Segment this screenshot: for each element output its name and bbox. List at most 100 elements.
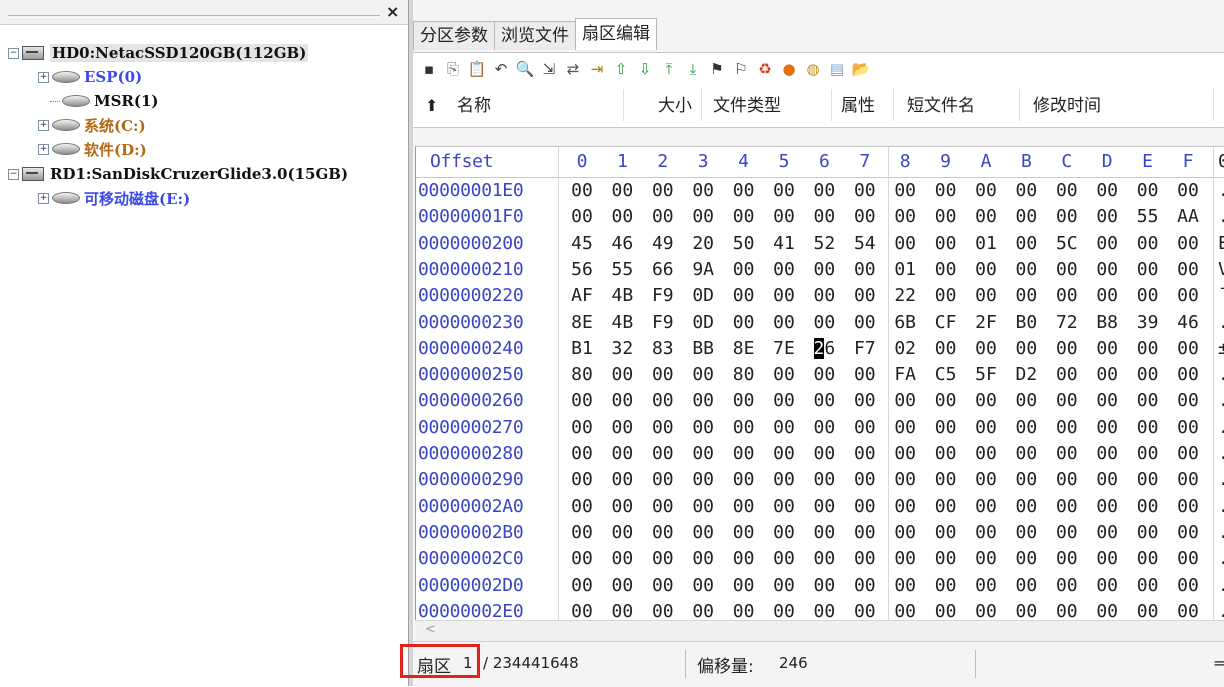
hex-byte[interactable]: 52 — [804, 233, 844, 254]
hex-byte[interactable]: 00 — [1047, 443, 1087, 464]
hex-byte[interactable]: 00 — [1047, 364, 1087, 385]
hex-byte[interactable]: 00 — [764, 312, 804, 333]
hex-byte[interactable]: 00 — [926, 206, 966, 227]
hex-byte[interactable]: 00 — [966, 338, 1006, 359]
tree-disk-node[interactable]: − RD1:SanDiskCruzerGlide3.0(15GB) — [8, 163, 348, 185]
tree-partition-node[interactable]: + 系统(C:) — [38, 114, 146, 136]
hex-byte[interactable]: 00 — [602, 390, 642, 411]
expand-icon[interactable]: + — [38, 71, 49, 83]
hex-byte[interactable]: 00 — [1006, 575, 1046, 596]
column-short-name[interactable]: 短文件名 — [907, 95, 975, 117]
hex-byte[interactable]: 8E — [562, 312, 602, 333]
hex-byte[interactable]: 00 — [926, 259, 966, 280]
hex-byte[interactable]: 8E — [724, 338, 764, 359]
hex-byte[interactable]: 00 — [804, 496, 844, 517]
hex-byte[interactable]: AF — [562, 285, 602, 306]
hex-byte[interactable]: 2F — [966, 312, 1006, 333]
hex-byte[interactable]: 00 — [926, 285, 966, 306]
hex-byte[interactable]: 55 — [602, 259, 642, 280]
hex-byte[interactable]: 6B — [885, 312, 925, 333]
hex-byte[interactable]: 00 — [643, 522, 683, 543]
hex-byte[interactable]: 00 — [926, 233, 966, 254]
expand-icon[interactable]: + — [38, 192, 49, 204]
hex-byte[interactable]: 00 — [966, 180, 1006, 201]
hex-byte[interactable]: 00 — [804, 575, 844, 596]
sector-value[interactable]: 1 — [463, 654, 473, 672]
ascii-cell[interactable]: . — [1218, 443, 1224, 464]
jump-bookmark-icon[interactable]: ⚐ — [731, 59, 751, 79]
properties-icon[interactable]: ▤ — [827, 59, 847, 79]
hex-byte[interactable]: 00 — [804, 417, 844, 438]
hex-byte[interactable]: 00 — [724, 417, 764, 438]
hex-byte[interactable]: 00 — [1047, 338, 1087, 359]
hex-editor[interactable]: Offset0123456789ABCDEF000000001E00000000… — [415, 146, 1224, 621]
hex-byte[interactable]: 00 — [1047, 548, 1087, 569]
hex-byte[interactable]: 00 — [885, 390, 925, 411]
hex-byte[interactable]: 00 — [1047, 285, 1087, 306]
hex-byte[interactable]: 00 — [764, 390, 804, 411]
column-modified-time[interactable]: 修改时间 — [1033, 95, 1101, 117]
hex-byte[interactable]: 00 — [1047, 390, 1087, 411]
hex-byte[interactable]: 00 — [885, 417, 925, 438]
hex-byte[interactable]: 4B — [602, 285, 642, 306]
hex-byte[interactable]: 83 — [643, 338, 683, 359]
hex-byte[interactable]: 00 — [683, 364, 723, 385]
hex-byte[interactable]: 00 — [966, 390, 1006, 411]
hex-byte[interactable]: F9 — [643, 285, 683, 306]
hex-byte[interactable]: 00 — [1006, 180, 1046, 201]
column-file-type[interactable]: 文件类型 — [713, 95, 781, 117]
ascii-cell[interactable]: V — [1218, 259, 1224, 280]
hex-byte[interactable]: 00 — [562, 469, 602, 490]
hex-byte[interactable]: 00 — [562, 575, 602, 596]
tree-partition-node[interactable]: + 可移动磁盘(E:) — [38, 187, 190, 209]
hex-byte[interactable]: 66 — [643, 259, 683, 280]
hex-byte[interactable]: FA — [885, 364, 925, 385]
hex-byte[interactable]: 00 — [602, 206, 642, 227]
ascii-cell[interactable]: . — [1218, 522, 1224, 543]
tab-1[interactable]: 浏览文件 — [494, 21, 576, 50]
partition-icon[interactable]: ◍ — [803, 59, 823, 79]
hex-byte[interactable]: 00 — [804, 312, 844, 333]
hex-byte[interactable]: 00 — [804, 364, 844, 385]
hex-byte[interactable]: 00 — [1006, 443, 1046, 464]
hex-byte[interactable]: 00 — [926, 522, 966, 543]
hex-byte[interactable]: 00 — [845, 259, 885, 280]
hex-byte[interactable]: B1 — [562, 338, 602, 359]
hex-byte[interactable]: 00 — [1128, 180, 1168, 201]
hex-byte[interactable]: 00 — [845, 417, 885, 438]
hex-byte[interactable]: 00 — [724, 259, 764, 280]
hex-byte[interactable]: 00 — [885, 206, 925, 227]
hex-byte[interactable]: 00 — [804, 548, 844, 569]
column-attributes[interactable]: 属性 — [841, 95, 875, 117]
last-sector-icon[interactable]: ⤓ — [683, 59, 703, 79]
hex-byte[interactable]: 00 — [845, 469, 885, 490]
hex-byte[interactable]: 00 — [643, 417, 683, 438]
tree-partition-node[interactable]: + ESP(0) — [38, 66, 142, 88]
hex-byte[interactable]: 00 — [804, 206, 844, 227]
hex-byte[interactable]: 46 — [1168, 312, 1208, 333]
hex-byte[interactable]: 00 — [1168, 548, 1208, 569]
hex-byte[interactable]: 00 — [643, 496, 683, 517]
hex-byte[interactable]: 00 — [1168, 338, 1208, 359]
hex-byte[interactable]: 00 — [926, 417, 966, 438]
up-arrow-icon[interactable]: ⬆ — [425, 95, 438, 117]
hex-byte[interactable]: 00 — [926, 338, 966, 359]
hex-byte[interactable]: 00 — [845, 496, 885, 517]
hex-byte[interactable]: 00 — [926, 443, 966, 464]
hex-byte[interactable]: 00 — [1168, 443, 1208, 464]
hex-byte[interactable]: 00 — [1047, 496, 1087, 517]
hex-byte[interactable]: 00 — [602, 443, 642, 464]
ascii-cell[interactable]: . — [1218, 312, 1224, 333]
hex-byte[interactable]: 00 — [1047, 601, 1087, 621]
hex-byte[interactable]: 02 — [885, 338, 925, 359]
hex-byte[interactable]: 00 — [1087, 233, 1127, 254]
hex-byte[interactable]: 00 — [966, 522, 1006, 543]
hex-byte[interactable]: 00 — [602, 469, 642, 490]
hex-byte[interactable]: 00 — [602, 417, 642, 438]
hex-byte[interactable]: 0D — [683, 312, 723, 333]
hex-byte[interactable]: 54 — [845, 233, 885, 254]
hex-byte[interactable]: 00 — [724, 285, 764, 306]
hex-byte[interactable]: F7 — [845, 338, 885, 359]
hex-byte[interactable]: 00 — [966, 601, 1006, 621]
panel-grip[interactable] — [8, 15, 380, 18]
